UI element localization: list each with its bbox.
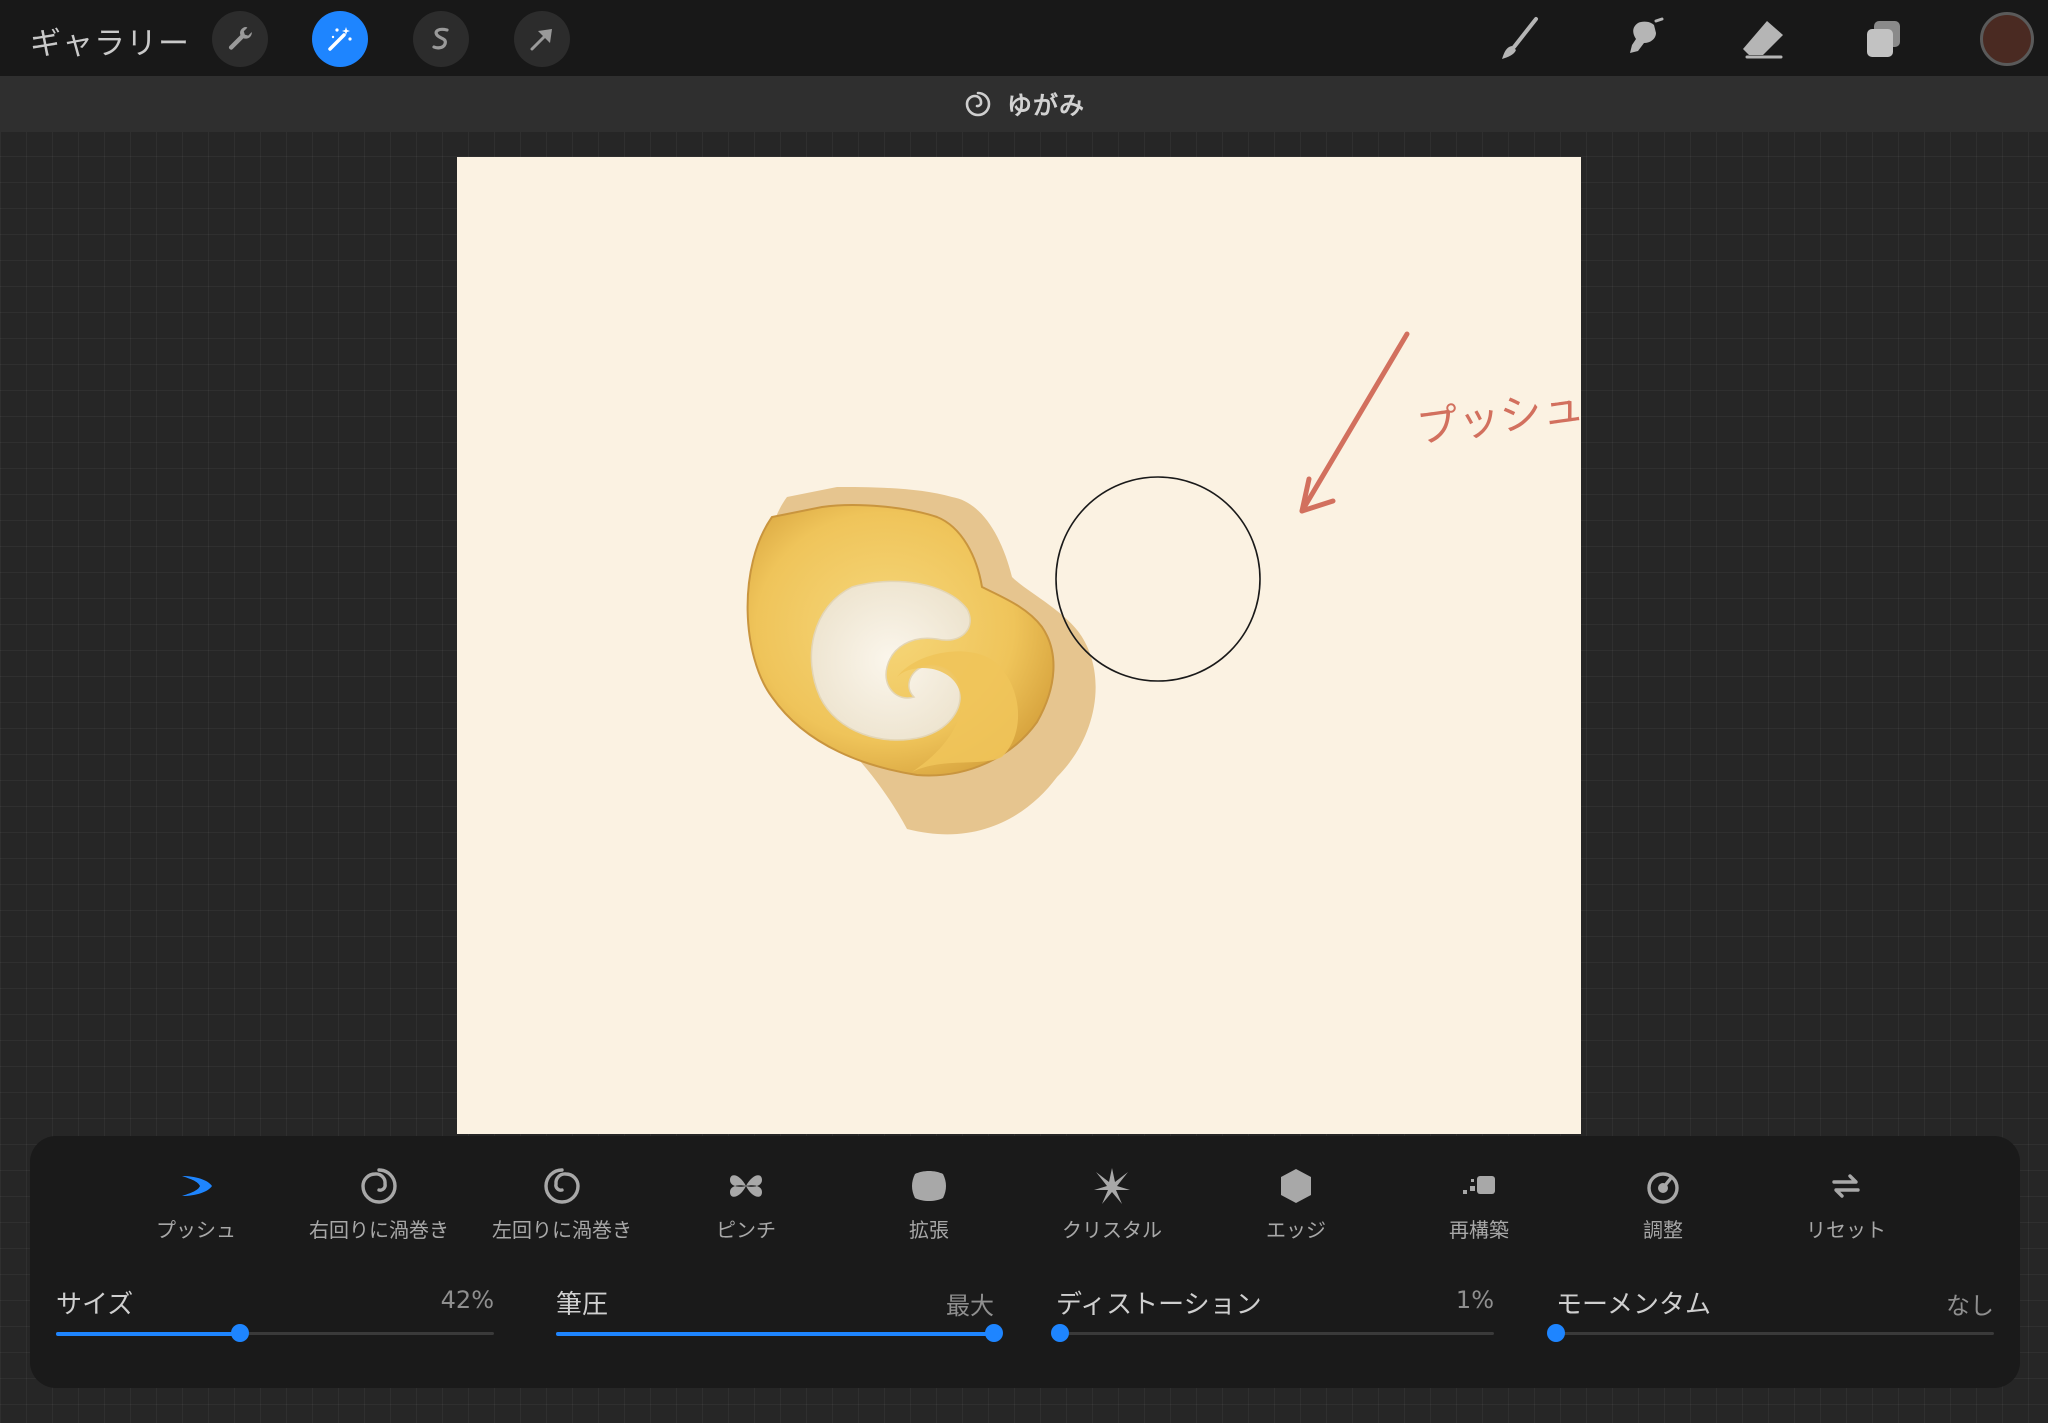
- mode-twirl-left[interactable]: 左回りに渦巻き: [467, 1160, 657, 1250]
- pinch-icon: [730, 1175, 762, 1197]
- layers-icon: [1867, 21, 1900, 57]
- liquify-modes: プッシュ 右回りに渦巻き 左回りに渦巻き ピンチ 拡張 クリスタル エッジ 再構…: [30, 1160, 2020, 1250]
- slider-track[interactable]: [56, 1324, 494, 1342]
- slider-fill: [56, 1331, 240, 1336]
- selection-button[interactable]: [413, 11, 469, 67]
- slider-track[interactable]: [1547, 1324, 1994, 1342]
- slider-knob[interactable]: [1051, 1324, 1070, 1342]
- expand-icon: [912, 1171, 946, 1201]
- mode-twirl-right[interactable]: 右回りに渦巻き: [284, 1160, 474, 1250]
- wrench-icon: [228, 27, 252, 50]
- mode-adjust[interactable]: 調整: [1568, 1160, 1758, 1250]
- slider-track[interactable]: [556, 1324, 1003, 1342]
- twirl-right-icon: [361, 1168, 397, 1204]
- mode-reset[interactable]: リセット: [1751, 1160, 1941, 1250]
- swirl-icon: [965, 91, 991, 117]
- slider-knob[interactable]: [1547, 1324, 1565, 1342]
- selection-s-icon: [432, 27, 449, 50]
- magic-wand-icon: [328, 27, 352, 51]
- push-icon: [182, 1176, 212, 1196]
- distortion-slider[interactable]: ディストーション 1%: [1051, 1284, 1494, 1354]
- canvas-artwork: プッシュ: [746, 331, 1581, 835]
- transform-arrow-icon: [530, 29, 552, 51]
- smudge-tool[interactable]: [1613, 10, 1671, 68]
- layers-tool[interactable]: [1855, 10, 1913, 68]
- mode-title: ゆがみ: [1006, 91, 1085, 120]
- pressure-slider[interactable]: 筆圧 最大: [556, 1284, 1003, 1354]
- reset-icon: [1832, 1174, 1860, 1198]
- actions-button[interactable]: [212, 11, 268, 67]
- smudge-icon: [1630, 17, 1664, 53]
- twirl-left-icon: [544, 1168, 580, 1204]
- liquify-mode-header: ゆがみ: [0, 76, 2048, 132]
- eraser-icon: [1743, 21, 1783, 59]
- annotation-arrow: [1299, 331, 1410, 514]
- mode-edge[interactable]: エッジ: [1201, 1160, 1391, 1250]
- transform-button[interactable]: [514, 11, 570, 67]
- adjustments-button[interactable]: [312, 11, 368, 67]
- mode-crystals[interactable]: クリスタル: [1017, 1160, 1207, 1250]
- slider-knob[interactable]: [985, 1324, 1003, 1342]
- mode-reconstruct[interactable]: 再構築: [1384, 1160, 1574, 1250]
- color-swatch[interactable]: [1980, 12, 2034, 66]
- slider-track[interactable]: [1051, 1324, 1494, 1342]
- eraser-tool[interactable]: [1734, 10, 1792, 68]
- mode-push[interactable]: プッシュ: [101, 1160, 291, 1250]
- slider-knob[interactable]: [230, 1324, 249, 1342]
- mode-expand[interactable]: 拡張: [834, 1160, 1024, 1250]
- paint-tool[interactable]: [1491, 10, 1549, 68]
- momentum-slider[interactable]: モーメンタム なし: [1547, 1284, 1994, 1354]
- size-slider[interactable]: サイズ 42%: [56, 1284, 494, 1354]
- crystals-icon: [1094, 1168, 1130, 1204]
- adjust-icon: [1647, 1172, 1679, 1204]
- drawing-canvas[interactable]: プッシュ: [457, 157, 1581, 1134]
- roll-cake-illustration: [746, 487, 1096, 835]
- mode-pinch[interactable]: ピンチ: [651, 1160, 841, 1250]
- top-toolbar: ギャラリー: [0, 0, 2048, 76]
- reconstruct-icon: [1463, 1176, 1495, 1194]
- liquify-panel: プッシュ 右回りに渦巻き 左回りに渦巻き ピンチ 拡張 クリスタル エッジ 再構…: [30, 1136, 2020, 1388]
- edge-icon: [1281, 1169, 1311, 1203]
- brush-icon: [1502, 17, 1538, 59]
- annotation-text: プッシュ: [1414, 381, 1581, 453]
- slider-fill: [556, 1331, 994, 1336]
- gallery-button[interactable]: ギャラリー: [30, 18, 190, 63]
